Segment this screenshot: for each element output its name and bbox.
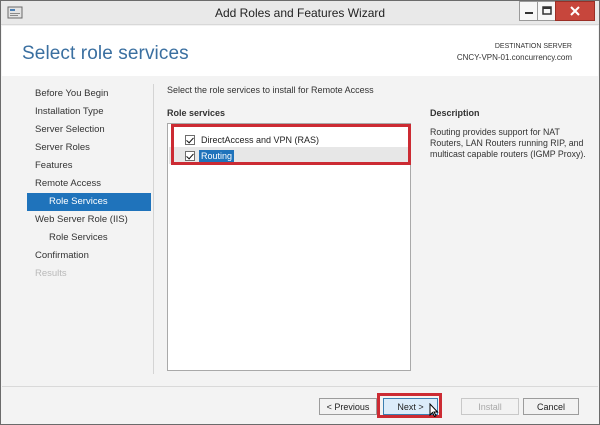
footer-divider xyxy=(2,386,598,387)
role-services-header: Role services xyxy=(167,108,226,118)
maximize-icon xyxy=(541,6,552,15)
wizard-nav: Before You Begin Installation Type Serve… xyxy=(27,85,151,283)
window-title: Add Roles and Features Wizard xyxy=(214,6,386,20)
nav-item-role-services-remote-access[interactable]: Role Services xyxy=(27,193,151,211)
cancel-button[interactable]: Cancel xyxy=(523,398,579,415)
close-button[interactable] xyxy=(555,1,595,21)
description-text: Routing provides support for NAT Routers… xyxy=(430,127,586,159)
maximize-button[interactable] xyxy=(537,1,556,21)
nav-item-installation-type[interactable]: Installation Type xyxy=(27,103,151,121)
nav-item-web-server-role[interactable]: Web Server Role (IIS) xyxy=(27,211,151,229)
close-icon xyxy=(570,6,580,16)
nav-item-server-roles[interactable]: Server Roles xyxy=(27,139,151,157)
nav-item-before-you-begin[interactable]: Before You Begin xyxy=(27,85,151,103)
description-header: Description xyxy=(430,108,480,118)
destination-server-value: CNCY-VPN-01.concurrency.com xyxy=(456,53,572,62)
wizard-window: Add Roles and Features Wizard Select rol… xyxy=(0,0,600,425)
nav-item-role-services-iis[interactable]: Role Services xyxy=(27,229,151,247)
nav-item-server-selection[interactable]: Server Selection xyxy=(27,121,151,139)
nav-item-confirmation[interactable]: Confirmation xyxy=(27,247,151,265)
nav-item-results: Results xyxy=(35,268,67,279)
previous-button[interactable]: < Previous xyxy=(319,398,377,415)
mouse-cursor-icon xyxy=(429,403,439,417)
nav-item-features[interactable]: Features xyxy=(27,157,151,175)
install-button: Install xyxy=(461,398,519,415)
nav-item-remote-access[interactable]: Remote Access xyxy=(27,175,151,193)
page-title: Select role services xyxy=(22,43,189,64)
page-header: Select role services DESTINATION SERVER … xyxy=(2,26,598,76)
minimize-icon xyxy=(524,12,533,14)
nav-divider xyxy=(153,84,154,374)
destination-server-label: DESTINATION SERVER xyxy=(494,43,572,50)
title-bar: Add Roles and Features Wizard xyxy=(1,1,599,25)
instruction-text: Select the role services to install for … xyxy=(167,85,374,95)
minimize-button[interactable] xyxy=(519,1,538,21)
role-services-highlight-box xyxy=(171,124,411,165)
